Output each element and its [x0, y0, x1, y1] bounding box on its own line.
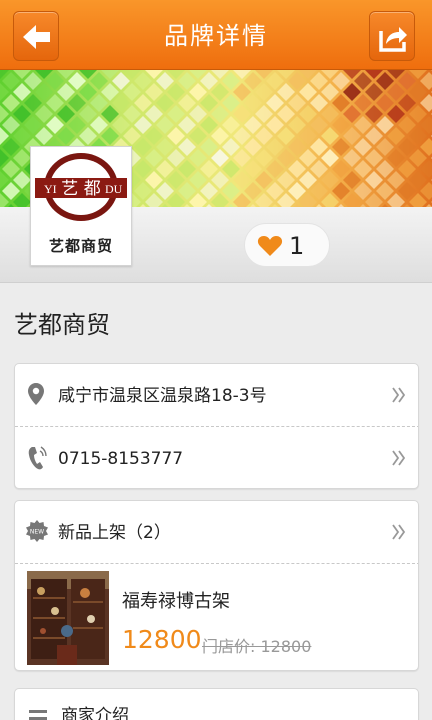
address-row[interactable]: 咸宁市温泉区温泉路18-3号: [15, 364, 418, 426]
product-name[interactable]: 福寿禄博古架: [122, 587, 230, 613]
svg-text:艺 都: 艺 都: [61, 179, 100, 199]
product-store-price: 门店价: 12800: [202, 637, 312, 656]
chevron-right-icon: [392, 450, 406, 466]
location-pin-icon: [28, 383, 44, 405]
intro-card: 商家介绍: [14, 688, 419, 720]
heart-icon: [257, 236, 283, 256]
new-products-card: NEW 新品上架（2） 福寿禄博古架 12800 门店价: 12800: [14, 500, 419, 671]
phone-icon: [28, 446, 47, 470]
brand-logo: YI 艺 都 DU 艺都商贸: [30, 146, 132, 266]
brand-name: 艺都商贸: [14, 311, 110, 339]
address-text: 咸宁市温泉区温泉路18-3号: [58, 386, 267, 406]
share-icon: [379, 27, 407, 52]
page-title: 品牌详情: [164, 22, 268, 50]
like-count: 1: [289, 232, 305, 260]
new-products-row[interactable]: NEW 新品上架（2）: [15, 501, 418, 563]
svg-text:DU: DU: [105, 182, 123, 196]
product-price: 12800: [122, 625, 202, 654]
logo-caption: 艺都商贸: [48, 237, 113, 255]
intro-row[interactable]: 商家介绍: [15, 689, 418, 720]
svg-text:YI: YI: [44, 182, 57, 196]
phone-text: 0715-8153777: [58, 449, 184, 469]
new-badge-icon: NEW: [26, 520, 48, 542]
like-button[interactable]: 1: [244, 223, 330, 267]
new-products-label: 新品上架（2）: [58, 523, 171, 543]
svg-text:NEW: NEW: [30, 529, 44, 536]
app-header: 品牌详情: [0, 0, 432, 70]
phone-row[interactable]: 0715-8153777: [15, 427, 418, 488]
chevron-right-icon: [392, 524, 406, 540]
product-image[interactable]: [27, 571, 109, 665]
contact-card: 咸宁市温泉区温泉路18-3号 0715-8153777: [14, 363, 419, 489]
intro-label: 商家介绍: [61, 706, 129, 720]
chevron-right-icon: [392, 387, 406, 403]
share-button[interactable]: [369, 11, 415, 61]
brand-logo-emblem: YI 艺 都 DU: [35, 153, 127, 221]
menu-list-icon: [29, 710, 47, 720]
row-divider: [15, 563, 418, 564]
